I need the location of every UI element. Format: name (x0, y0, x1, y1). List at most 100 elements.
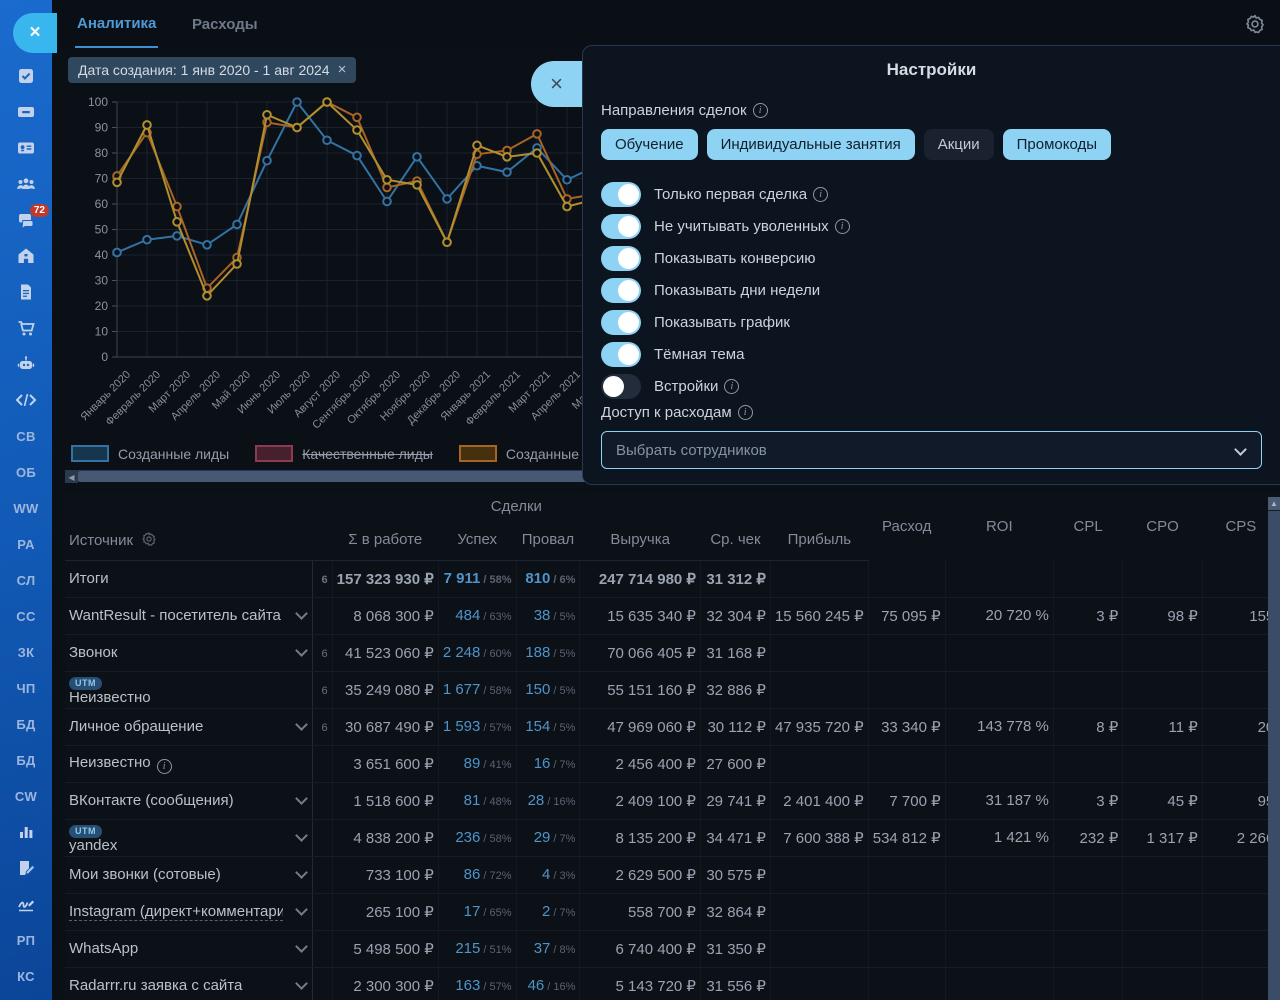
direction-button-active[interactable]: Обучение (601, 129, 698, 160)
cell-profit: 47 935 720 ₽ (770, 708, 868, 745)
chip-close-icon[interactable]: × (338, 64, 347, 76)
legend-label: Созданные лиды (118, 446, 229, 462)
date-filter-label: Дата создания: 1 янв 2020 - 1 авг 2024 (78, 62, 330, 78)
info-icon[interactable]: i (753, 103, 768, 118)
legend-item[interactable]: Созданные лиды (71, 445, 229, 462)
sidebar-item-cw[interactable]: CW (0, 778, 52, 814)
tab-analytics[interactable]: Аналитика (75, 0, 158, 48)
direction-button-active[interactable]: Индивидуальные занятия (707, 129, 915, 160)
toggle-switch[interactable] (601, 246, 641, 271)
toggle-row[interactable]: Показывать конверсию (601, 242, 1262, 274)
col-header-avg-check[interactable]: Ср. чек (700, 520, 770, 560)
sidebar-item-бд[interactable]: БД (0, 706, 52, 742)
tab-expenses[interactable]: Расходы (192, 0, 258, 48)
sidebar-item-signature[interactable] (0, 886, 52, 922)
col-header-profit[interactable]: Прибыль (770, 520, 868, 560)
sidebar-close-button[interactable]: × (13, 13, 57, 53)
chevron-down-icon[interactable] (295, 607, 308, 620)
cell-expense (868, 745, 945, 782)
toggle-switch[interactable] (601, 214, 641, 239)
info-icon[interactable]: i (157, 759, 172, 774)
vscroll-thumb[interactable] (1268, 511, 1280, 1000)
toggle-switch[interactable] (601, 182, 641, 207)
cell-avg-check: 34 471 ₽ (700, 819, 770, 856)
toggle-row[interactable]: Встройкиi (601, 370, 1262, 402)
sidebar-item-бд[interactable]: БД (0, 742, 52, 778)
sidebar-item-об[interactable]: ОБ (0, 454, 52, 490)
col-header-source[interactable]: Источник (65, 520, 312, 560)
sidebar-item-cart[interactable] (0, 310, 52, 346)
info-icon[interactable]: i (738, 405, 753, 420)
cell-cpo (1123, 671, 1202, 708)
sidebar-item-зк[interactable]: ЗК (0, 634, 52, 670)
settings-panel-close-button[interactable]: × (531, 61, 582, 107)
chevron-down-icon[interactable] (295, 977, 308, 990)
sidebar-item-ра[interactable]: РА (0, 526, 52, 562)
col-header-sum[interactable]: Σ в работе (332, 520, 438, 560)
toggle-row[interactable]: Показывать график (601, 306, 1262, 338)
sidebar-item-document[interactable] (0, 274, 52, 310)
settings-gear-icon[interactable] (1244, 13, 1266, 35)
sidebar-item-ww[interactable]: WW (0, 490, 52, 526)
chevron-down-icon[interactable] (295, 644, 308, 657)
chevron-down-icon[interactable] (295, 792, 308, 805)
toggle-switch[interactable] (601, 278, 641, 303)
col-header-fail[interactable]: Провал (516, 520, 580, 560)
info-icon[interactable]: i (813, 187, 828, 202)
sidebar-item-кс[interactable]: КС (0, 958, 52, 994)
cell-expense: 534 812 ₽ (868, 819, 945, 856)
svg-text:70: 70 (95, 172, 109, 186)
date-filter-chip[interactable]: Дата создания: 1 янв 2020 - 1 авг 2024 × (68, 57, 356, 83)
col-header-cpl[interactable]: CPL (1053, 492, 1122, 560)
info-icon[interactable]: i (724, 379, 739, 394)
toggle-row[interactable]: Показывать дни недели (601, 274, 1262, 306)
col-header-success[interactable]: Успех (438, 520, 516, 560)
sidebar-item-doc-edit[interactable] (0, 850, 52, 886)
cell-revenue: 15 635 340 ₽ (580, 597, 701, 634)
toggle-row[interactable]: Только первая сделкаi (601, 178, 1262, 210)
sidebar-item-id-card[interactable] (0, 130, 52, 166)
column-settings-gear-icon[interactable] (141, 531, 157, 547)
sidebar-item-bar-chart[interactable] (0, 814, 52, 850)
line-chart-svg: 0102030405060708090100Январь 2020Февраль… (65, 95, 633, 445)
sidebar-item-chats[interactable]: 72 (0, 202, 52, 238)
cell-cpo (1123, 893, 1202, 930)
sidebar-item-tasks[interactable] (0, 58, 52, 94)
col-header-revenue[interactable]: Выручка (580, 520, 701, 560)
direction-button-inactive[interactable]: Акции (924, 129, 994, 160)
sidebar-item-label: СЛ (17, 573, 36, 588)
chevron-down-icon[interactable] (295, 866, 308, 879)
sidebar-item-users[interactable] (0, 166, 52, 202)
direction-button-active[interactable]: Промокоды (1003, 129, 1111, 160)
col-header-cpo[interactable]: CPO (1123, 492, 1202, 560)
scroll-left-arrow-icon[interactable]: ◀ (65, 471, 78, 483)
chevron-down-icon[interactable] (295, 903, 308, 916)
table-vertical-scrollbar[interactable]: ▲ (1268, 497, 1280, 1000)
info-icon[interactable]: i (835, 219, 850, 234)
svg-text:90: 90 (95, 121, 109, 135)
chevron-down-icon[interactable] (295, 718, 308, 731)
sidebar-item-home[interactable] (0, 238, 52, 274)
employees-select[interactable]: Выбрать сотрудников (601, 431, 1262, 469)
cell-avg-check: 31 556 ₽ (700, 967, 770, 1000)
sidebar-item-рп[interactable]: РП (0, 922, 52, 958)
toggle-switch[interactable] (601, 342, 641, 367)
sidebar-item-сс[interactable]: СС (0, 598, 52, 634)
col-header-expense[interactable]: Расход (868, 492, 945, 560)
chevron-down-icon[interactable] (295, 829, 308, 842)
toggle-row[interactable]: Не учитывать уволенныхi (601, 210, 1262, 242)
sidebar-item-чп[interactable]: ЧП (0, 670, 52, 706)
sidebar-item-сл[interactable]: СЛ (0, 562, 52, 598)
col-header-roi[interactable]: ROI (945, 492, 1053, 560)
toggle-switch[interactable] (601, 374, 641, 399)
legend-item[interactable]: Качественные лиды (255, 445, 433, 462)
sidebar-item-bot[interactable] (0, 346, 52, 382)
sidebar-item-inbox[interactable] (0, 94, 52, 130)
sidebar-item-code[interactable] (0, 382, 52, 418)
cell-cpo: 98 ₽ (1123, 597, 1202, 634)
sidebar-item-св[interactable]: СВ (0, 418, 52, 454)
toggle-switch[interactable] (601, 310, 641, 335)
chevron-down-icon[interactable] (295, 940, 308, 953)
toggle-row[interactable]: Тёмная тема (601, 338, 1262, 370)
scroll-up-arrow-icon[interactable]: ▲ (1268, 497, 1280, 510)
